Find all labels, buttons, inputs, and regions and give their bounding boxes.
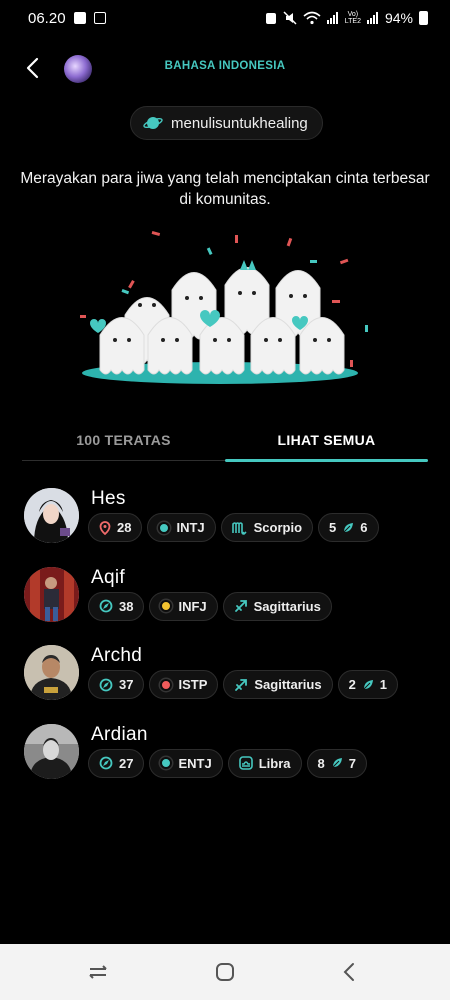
tab-active-indicator: [225, 459, 428, 462]
mbti-dot-icon: [160, 678, 173, 691]
user-badges: 27 ENTJ Libra 8 7: [88, 748, 367, 778]
planet-icon: [143, 117, 163, 129]
zodiac-chip[interactable]: Libra: [227, 748, 302, 778]
mbti-value: ISTP: [178, 677, 208, 692]
level-value: 27: [119, 755, 134, 771]
level-chip[interactable]: 27: [88, 748, 145, 778]
battery-level: 94%: [384, 10, 413, 26]
tab-bar: 100 TERATAS LIHAT SEMUA: [22, 420, 428, 464]
mbti-chip[interactable]: ENTJ: [149, 748, 223, 778]
tab-top-100[interactable]: 100 TERATAS: [22, 420, 225, 464]
stats-chip[interactable]: 8 7: [306, 748, 367, 778]
recent-apps-icon[interactable]: [86, 960, 110, 984]
compass-icon: [99, 678, 113, 691]
status-bar: 06.20 Vo) LTE2 94%: [0, 0, 450, 36]
stat-a: 5: [329, 520, 337, 535]
tagline: Merayakan para jiwa yang telah menciptak…: [20, 170, 430, 208]
leaf-icon: [363, 679, 373, 689]
user-list: Hes 28 INTJ Scorpio 5 6 Aqif 38 INFJ Sag…: [0, 484, 450, 798]
mbti-dot-icon: [160, 757, 173, 769]
mute-icon: [283, 11, 297, 25]
stat-b: 1: [379, 677, 388, 692]
back-icon[interactable]: [338, 960, 362, 984]
mbti-dot-icon: [160, 600, 173, 612]
home-icon[interactable]: [213, 960, 237, 984]
libra-icon: [238, 756, 253, 770]
level-value: 28: [117, 520, 132, 535]
mbti-dot-icon: [158, 521, 171, 534]
recycle-icon: [265, 13, 276, 24]
status-time: 06.20: [28, 9, 66, 27]
ghosts-illustration: [80, 230, 368, 384]
user-name: Archd: [91, 645, 143, 666]
user-row[interactable]: Archd 37 ISTP Sagittarius 2 1: [0, 641, 450, 720]
compass-icon: [99, 599, 113, 613]
sagittarius-icon: [234, 600, 247, 612]
user-badges: 28 INTJ Scorpio 5 6: [88, 513, 379, 542]
user-name: Hes: [91, 488, 126, 509]
page-title: BAHASA INDONESIA: [164, 60, 286, 72]
user-badges: 38 INFJ Sagittarius: [88, 591, 332, 621]
leaf-icon: [343, 522, 354, 532]
stat-a: 2: [348, 677, 356, 692]
user-row[interactable]: Ardian 27 ENTJ Libra 8 7: [0, 720, 450, 799]
scorpio-icon: [231, 521, 247, 535]
avatar[interactable]: [24, 566, 79, 622]
stats-chip[interactable]: 2 1: [337, 670, 399, 699]
gallery-icon: [73, 12, 86, 24]
mbti-value: ENTJ: [178, 755, 212, 771]
mbti-chip[interactable]: INFJ: [149, 591, 218, 621]
sagittarius-icon: [235, 678, 248, 691]
zodiac-chip[interactable]: Scorpio: [220, 513, 314, 542]
stat-b: 6: [360, 520, 368, 535]
level-chip[interactable]: 28: [88, 513, 143, 542]
avatar[interactable]: [24, 645, 79, 700]
avatar[interactable]: [24, 488, 79, 543]
signal-icon-2: [366, 12, 378, 24]
community-tag[interactable]: menulisuntukhealing: [130, 106, 323, 140]
system-nav-bar: [0, 944, 450, 1000]
compass-icon: [99, 756, 113, 770]
zodiac-value: Libra: [258, 755, 291, 771]
pin-icon: [99, 520, 111, 535]
stat-a: 8: [317, 755, 325, 771]
user-row[interactable]: Aqif 38 INFJ Sagittarius: [0, 563, 450, 642]
zodiac-chip[interactable]: Sagittarius: [223, 670, 333, 699]
level-chip[interactable]: 37: [88, 670, 145, 699]
avatar[interactable]: [24, 723, 79, 779]
zodiac-value: Scorpio: [253, 520, 303, 535]
community-tag-label: menulisuntukhealing: [171, 114, 308, 132]
user-name: Ardian: [91, 723, 148, 745]
stat-b: 7: [348, 755, 356, 771]
battery-icon: [419, 11, 428, 25]
network-type: Vo) LTE2: [344, 11, 361, 25]
signal-icon: [326, 12, 338, 24]
user-row[interactable]: Hes 28 INTJ Scorpio 5 6: [0, 484, 450, 563]
level-chip[interactable]: 38: [88, 591, 145, 621]
stats-chip[interactable]: 5 6: [318, 513, 379, 542]
zodiac-chip[interactable]: Sagittarius: [222, 591, 332, 621]
wifi-icon: [303, 11, 321, 25]
mbti-value: INTJ: [176, 520, 205, 535]
tab-see-all[interactable]: LIHAT SEMUA: [225, 420, 428, 464]
user-badges: 37 ISTP Sagittarius 2 1: [88, 670, 399, 699]
user-name: Aqif: [91, 566, 125, 588]
mbti-chip[interactable]: ISTP: [149, 670, 219, 699]
leaf-icon: [332, 758, 342, 768]
level-value: 37: [119, 677, 134, 692]
header: BAHASA INDONESIA: [0, 48, 450, 88]
level-value: 38: [119, 598, 134, 614]
mbti-value: INFJ: [178, 598, 207, 614]
zodiac-value: Sagittarius: [253, 598, 321, 614]
checkbox-icon: [93, 12, 106, 24]
mbti-chip[interactable]: INTJ: [147, 513, 216, 542]
zodiac-value: Sagittarius: [254, 677, 322, 692]
